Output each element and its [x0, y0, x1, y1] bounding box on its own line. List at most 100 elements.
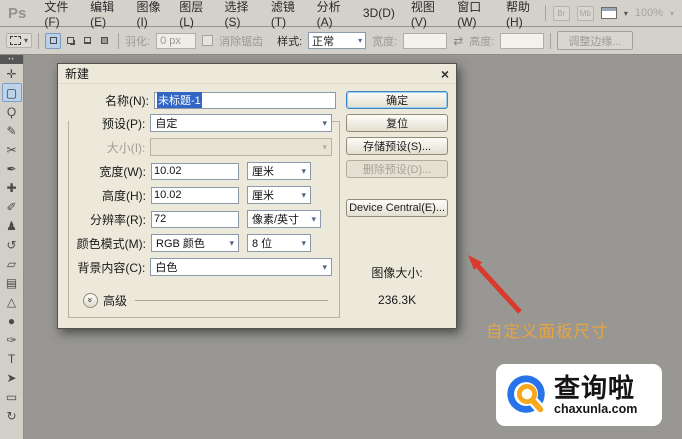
- lasso-tool[interactable]: Ϙ: [2, 102, 22, 121]
- eraser-tool[interactable]: ▱: [2, 254, 22, 273]
- selection-mode-group: [45, 33, 112, 49]
- photoshop-logo: Ps: [6, 5, 36, 22]
- rectangular-marquee-tool[interactable]: ▢: [2, 83, 22, 102]
- chevron-down-icon: ▾: [670, 9, 674, 18]
- chevron-down-icon: ▾: [301, 190, 306, 201]
- resolution-unit-select[interactable]: 像素/英寸 ▾: [247, 210, 321, 228]
- chevron-down-icon: ▾: [322, 118, 327, 129]
- menu-edit[interactable]: 编辑(E): [82, 0, 128, 29]
- menu-bar: Ps 文件(F) 编辑(E) 图像(I) 图层(L) 选择(S) 滤镜(T) 分…: [0, 0, 682, 27]
- name-input[interactable]: 未标题-1: [154, 92, 336, 109]
- path-selection-tool[interactable]: ➤: [2, 368, 22, 387]
- chevron-down-icon: ▾: [24, 36, 28, 45]
- device-central-button[interactable]: Device Central(E)...: [346, 199, 448, 217]
- crop-tool[interactable]: ✂: [2, 140, 22, 159]
- brush-tool[interactable]: ✐: [2, 197, 22, 216]
- color-mode-label: 颜色模式(M):: [69, 235, 151, 252]
- close-icon[interactable]: ×: [441, 67, 449, 81]
- move-tool[interactable]: ✛: [2, 64, 22, 83]
- name-value: 未标题-1: [157, 92, 202, 108]
- workspace-layout-icon[interactable]: [601, 7, 617, 19]
- refine-edge-button[interactable]: 调整边缘...: [557, 31, 632, 50]
- resolution-input[interactable]: [151, 211, 239, 228]
- save-preset-button[interactable]: 存储预设(S)...: [346, 137, 448, 155]
- preset-label: 预设(P):: [69, 115, 150, 132]
- image-size-value: 236.3K: [346, 293, 448, 307]
- antialias-checkbox[interactable]: [202, 35, 213, 46]
- height-unit-select[interactable]: 厘米 ▾: [247, 186, 311, 204]
- feather-input[interactable]: [156, 33, 196, 49]
- height-input[interactable]: [500, 33, 544, 49]
- menu-3d[interactable]: 3D(D): [355, 6, 403, 20]
- menu-image[interactable]: 图像(I): [128, 0, 171, 29]
- tool-options-bar: ▾ 羽化: 消除锯齿 样式: 正常 ▾ 宽度: ⇄ 高度: 调整边缘...: [0, 27, 682, 55]
- size-select: ▾: [150, 138, 332, 156]
- type-tool[interactable]: T: [2, 349, 22, 368]
- divider: [38, 33, 39, 49]
- dialog-titlebar[interactable]: 新建 ×: [58, 64, 456, 84]
- style-select[interactable]: 正常 ▾: [308, 32, 366, 49]
- new-selection-mode-icon[interactable]: [45, 33, 61, 49]
- eyedropper-tool[interactable]: ✒: [2, 159, 22, 178]
- blur-tool[interactable]: △: [2, 292, 22, 311]
- menu-filter[interactable]: 滤镜(T): [263, 0, 309, 29]
- divider: [118, 33, 119, 49]
- chevron-down-icon: ▾: [358, 36, 362, 45]
- background-select[interactable]: 白色 ▾: [150, 258, 332, 276]
- add-to-selection-mode-icon[interactable]: [62, 33, 78, 49]
- height-input[interactable]: [151, 187, 239, 204]
- magnifier-logo-icon: [504, 372, 550, 418]
- width-label: 宽度(W):: [69, 163, 151, 180]
- image-size-block: 图像大小: 236.3K: [346, 264, 448, 307]
- width-input[interactable]: [403, 33, 447, 49]
- menu-select[interactable]: 选择(S): [217, 0, 263, 29]
- menu-view[interactable]: 视图(V): [403, 0, 449, 29]
- color-mode-select[interactable]: RGB 颜色 ▾: [151, 234, 239, 252]
- new-document-dialog: 新建 × 名称(N): 未标题-1 预设(P): 自: [57, 63, 457, 329]
- name-label: 名称(N):: [64, 92, 154, 109]
- tool-preset-picker[interactable]: ▾: [6, 33, 32, 48]
- size-label: 大小(I):: [69, 139, 150, 156]
- rectangle-tool[interactable]: ▭: [2, 387, 22, 406]
- dodge-tool[interactable]: ●: [2, 311, 22, 330]
- tools-panel: •• ✛ ▢ Ϙ ✎ ✂ ✒ ✚ ✐ ♟ ↺ ▱ ▤ △ ● ✑ T ➤ ▭ ↻: [0, 55, 24, 439]
- divider: [135, 300, 328, 301]
- quick-selection-tool[interactable]: ✎: [2, 121, 22, 140]
- background-label: 背景内容(C):: [69, 259, 150, 276]
- menu-window[interactable]: 窗口(W): [449, 0, 498, 29]
- advanced-label: 高级: [103, 292, 127, 309]
- bridge-button[interactable]: Br: [553, 6, 570, 21]
- annotation-text: 自定义面板尺寸: [486, 318, 609, 342]
- tools-panel-header[interactable]: ••: [0, 55, 23, 64]
- preset-select[interactable]: 自定 ▾: [150, 114, 332, 132]
- width-input[interactable]: [151, 163, 239, 180]
- watermark: 查询啦 chaxunla.com: [496, 364, 662, 426]
- delete-preset-button: 删除预设(D)...: [346, 160, 448, 178]
- divider: [550, 33, 551, 49]
- gradient-tool[interactable]: ▤: [2, 273, 22, 292]
- healing-brush-tool[interactable]: ✚: [2, 178, 22, 197]
- menu-help[interactable]: 帮助(H): [498, 0, 545, 29]
- clone-stamp-tool[interactable]: ♟: [2, 216, 22, 235]
- watermark-site-url: chaxunla.com: [554, 403, 637, 416]
- menu-analysis[interactable]: 分析(A): [309, 0, 355, 29]
- mini-bridge-button[interactable]: Mb: [577, 6, 594, 21]
- antialias-label: 消除锯齿: [219, 33, 263, 49]
- chevron-down-icon[interactable]: ▾: [624, 9, 628, 18]
- pen-tool[interactable]: ✑: [2, 330, 22, 349]
- menu-layer[interactable]: 图层(L): [171, 0, 216, 29]
- intersect-selection-mode-icon[interactable]: [96, 33, 112, 49]
- zoom-level[interactable]: 100%: [635, 7, 663, 19]
- menu-file[interactable]: 文件(F): [36, 0, 82, 29]
- advanced-expand-button[interactable]: »: [83, 293, 98, 308]
- reset-button[interactable]: 复位: [346, 114, 448, 132]
- ok-button[interactable]: 确定: [346, 91, 448, 109]
- image-size-label: 图像大小:: [346, 264, 448, 281]
- width-unit-select[interactable]: 厘米 ▾: [247, 162, 311, 180]
- bit-depth-select[interactable]: 8 位 ▾: [247, 234, 311, 252]
- subtract-from-selection-mode-icon[interactable]: [79, 33, 95, 49]
- resolution-label: 分辨率(R):: [69, 211, 151, 228]
- 3d-rotate-tool[interactable]: ↻: [2, 406, 22, 425]
- swap-dimensions-icon[interactable]: ⇄: [453, 34, 463, 48]
- history-brush-tool[interactable]: ↺: [2, 235, 22, 254]
